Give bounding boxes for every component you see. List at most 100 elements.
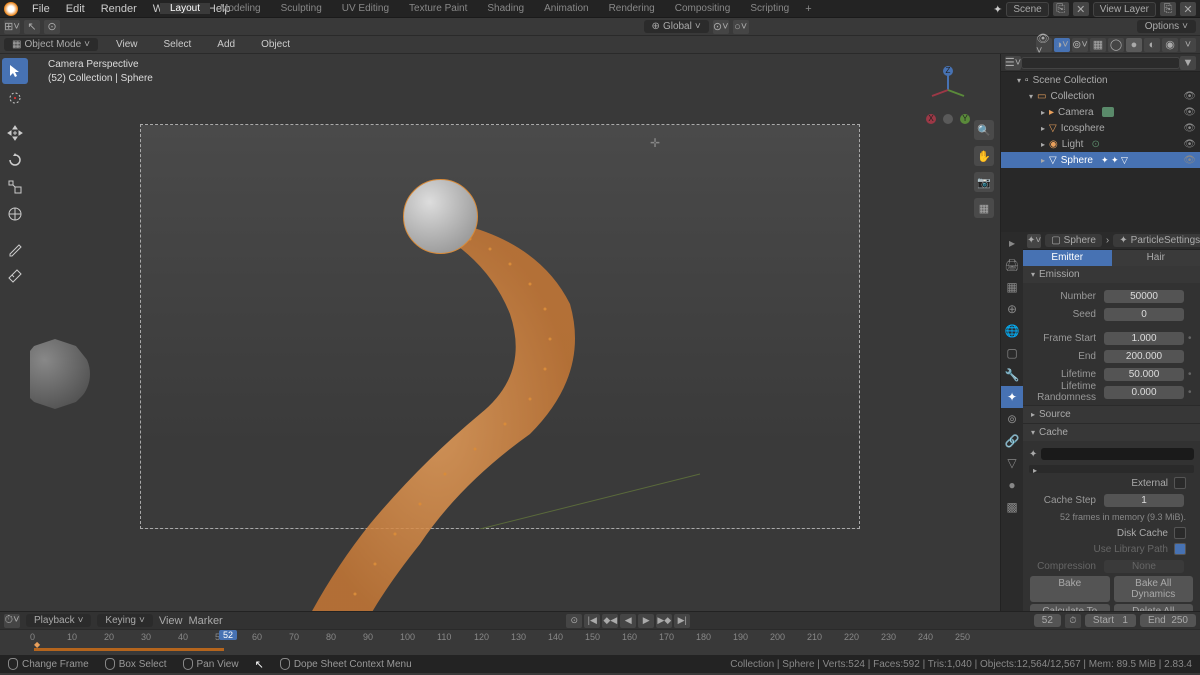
mode-menu-select[interactable]: Select [156,39,200,50]
jump-end-icon[interactable]: ▶| [674,614,690,628]
type-tab-emitter[interactable]: Emitter [1023,250,1112,266]
shading-rendered-icon[interactable]: ◉ [1162,38,1178,52]
prop-tab-object[interactable]: ▢ [1001,342,1023,364]
panel-source[interactable]: ▸Source [1023,406,1200,423]
workspace-compositing[interactable]: Compositing [665,3,741,14]
timeline-ruler[interactable]: 0102030405060708090100110120130140150160… [0,629,1200,655]
cache-name-field[interactable] [1041,448,1194,460]
visibility-toggle-icon[interactable]: 👁 [1183,155,1196,166]
shading-solid-icon[interactable]: ● [1126,38,1142,52]
prop-tab-scene[interactable]: ⊕ [1001,298,1023,320]
outliner-item-icosphere[interactable]: ▸▽Icosphere👁 [1001,120,1200,136]
visibility-toggle-icon[interactable]: 👁 [1183,107,1196,118]
auto-keyframe-icon[interactable]: ⊙ [566,614,582,628]
breadcrumb-particlesettings[interactable]: ✦ ParticleSettings [1113,234,1200,247]
field-frame-start[interactable]: 1.000 [1104,332,1184,345]
jump-start-icon[interactable]: |◀ [584,614,600,628]
prop-editor-icon[interactable]: ✦˅ [1027,234,1041,248]
field-lifetime-randomness[interactable]: 0.000 [1104,386,1184,399]
prop-tab-material[interactable]: ● [1001,474,1023,496]
timeline-marker-menu[interactable]: Marker [189,615,223,627]
mode-dropdown[interactable]: ▦ Object Mode ˅ [4,38,98,51]
panel-cache[interactable]: ▾Cache [1023,424,1200,441]
cache-list[interactable]: ▸ [1029,465,1194,473]
orientation-dropdown[interactable]: ⊕ Global ˅ [644,20,709,33]
prop-tab-mesh[interactable]: ▽ [1001,452,1023,474]
outliner-item-light[interactable]: ▸◉Light⊙👁 [1001,136,1200,152]
prop-tab-world[interactable]: 🌐 [1001,320,1023,342]
current-frame-field[interactable]: 52 [1034,614,1061,627]
workspace-texture[interactable]: Texture Paint [399,3,477,14]
viewlayer-new-icon[interactable]: ⎘ [1160,2,1176,16]
checkbox-external[interactable] [1174,477,1186,489]
editor-type-icon[interactable]: ⊞˅ [4,20,20,34]
zoom-icon[interactable]: 🔍 [974,120,994,140]
playback-dropdown[interactable]: Playback ˅ [26,614,91,627]
snap-icon[interactable]: ⊙˅ [713,20,729,34]
transform-tool[interactable] [2,201,28,227]
outliner-search[interactable] [1021,57,1180,69]
workspace-layout[interactable]: Layout [160,3,210,14]
prop-tab-constraints[interactable]: 🔗 [1001,430,1023,452]
panel-emission[interactable]: ▾Emission [1023,266,1200,283]
timeline-editor-icon[interactable]: ⏱˅ [4,614,20,628]
play-icon[interactable]: ▶ [638,614,654,628]
mode-menu-object[interactable]: Object [253,39,298,50]
select-tool[interactable] [2,58,28,84]
visibility-toggle-icon[interactable]: 👁 [1183,91,1196,102]
prop-tab-render[interactable]: ▸ [1001,232,1023,254]
cursor-tool-icon[interactable]: ↖ [24,20,40,34]
playhead[interactable]: 52 [219,630,237,640]
outliner-item-camera[interactable]: ▸▸Camera👁 [1001,104,1200,120]
scene-field[interactable]: Scene [1006,2,1048,17]
move-tool[interactable] [2,120,28,146]
field-number[interactable]: 50000 [1104,290,1184,303]
camera-view-icon[interactable]: 📷 [974,172,994,192]
prop-tab-texture[interactable]: ▩ [1001,496,1023,518]
scene-delete-icon[interactable]: ✕ [1073,2,1089,16]
type-tab-hair[interactable]: Hair [1112,250,1200,266]
overlay-toggle-icon[interactable]: ⊚˅ [1072,38,1088,52]
shading-matcap-icon[interactable]: ◐ [1144,38,1160,52]
outliner-item-sphere[interactable]: ▸▽Sphere✦ ✦ ▽👁 [1001,152,1200,168]
btn-bake[interactable]: Bake [1030,576,1110,602]
outliner-filter-icon[interactable]: ▼ [1180,56,1196,70]
visibility-toggle-icon[interactable]: 👁 [1183,139,1196,150]
keyframe-prev-icon[interactable]: ◆◀ [602,614,618,628]
checkbox-disk-cache[interactable] [1174,527,1186,539]
btn-delete-bakes[interactable]: Delete All Bakes [1114,604,1194,611]
rotate-tool[interactable] [2,147,28,173]
viewlayer-delete-icon[interactable]: ✕ [1180,2,1196,16]
workspace-animation[interactable]: Animation [534,3,598,14]
workspace-modeling[interactable]: Modeling [210,3,271,14]
workspace-rendering[interactable]: Rendering [599,3,665,14]
keying-dropdown[interactable]: Keying ˅ [97,614,152,627]
timeline-view-menu[interactable]: View [159,615,183,627]
end-frame-field[interactable]: End 250 [1140,614,1196,627]
pan-icon[interactable]: ✋ [974,146,994,166]
outliner-collection[interactable]: ▾▭Collection👁 [1001,88,1200,104]
prop-tab-viewlayer[interactable]: ▦ [1001,276,1023,298]
keyframe-next-icon[interactable]: ▶◆ [656,614,672,628]
checkbox-library-path[interactable] [1174,543,1186,555]
start-frame-field[interactable]: Start 1 [1085,614,1136,627]
viewlayer-field[interactable]: View Layer [1093,2,1156,17]
mode-menu-add[interactable]: Add [209,39,243,50]
visibility-icon[interactable]: 👁˅ [1036,38,1052,52]
options-dropdown[interactable]: Options ˅ [1137,20,1196,33]
annotate-tool[interactable] [2,236,28,262]
pivot-icon[interactable]: ⊙ [44,20,60,34]
3d-viewport[interactable]: Camera Perspective (52) Collection | Sph… [30,54,1000,611]
workspace-add[interactable]: + [799,3,817,15]
navigation-gizmo[interactable]: Z X Y [924,66,972,114]
workspace-sculpting[interactable]: Sculpting [271,3,332,14]
prop-tab-output[interactable]: 🖨 [1001,254,1023,276]
shading-wireframe-icon[interactable]: ◯ [1108,38,1124,52]
outliner-scene-collection[interactable]: ▾▫Scene Collection [1001,72,1200,88]
workspace-scripting[interactable]: Scripting [740,3,799,14]
gizmo-toggle-icon[interactable]: ◑˅ [1054,38,1070,52]
scale-tool[interactable] [2,174,28,200]
preview-range-icon[interactable]: ⏱ [1065,614,1081,628]
btn-calc-frame[interactable]: Calculate To Frame [1030,604,1110,611]
cursor-tool[interactable] [2,85,28,111]
